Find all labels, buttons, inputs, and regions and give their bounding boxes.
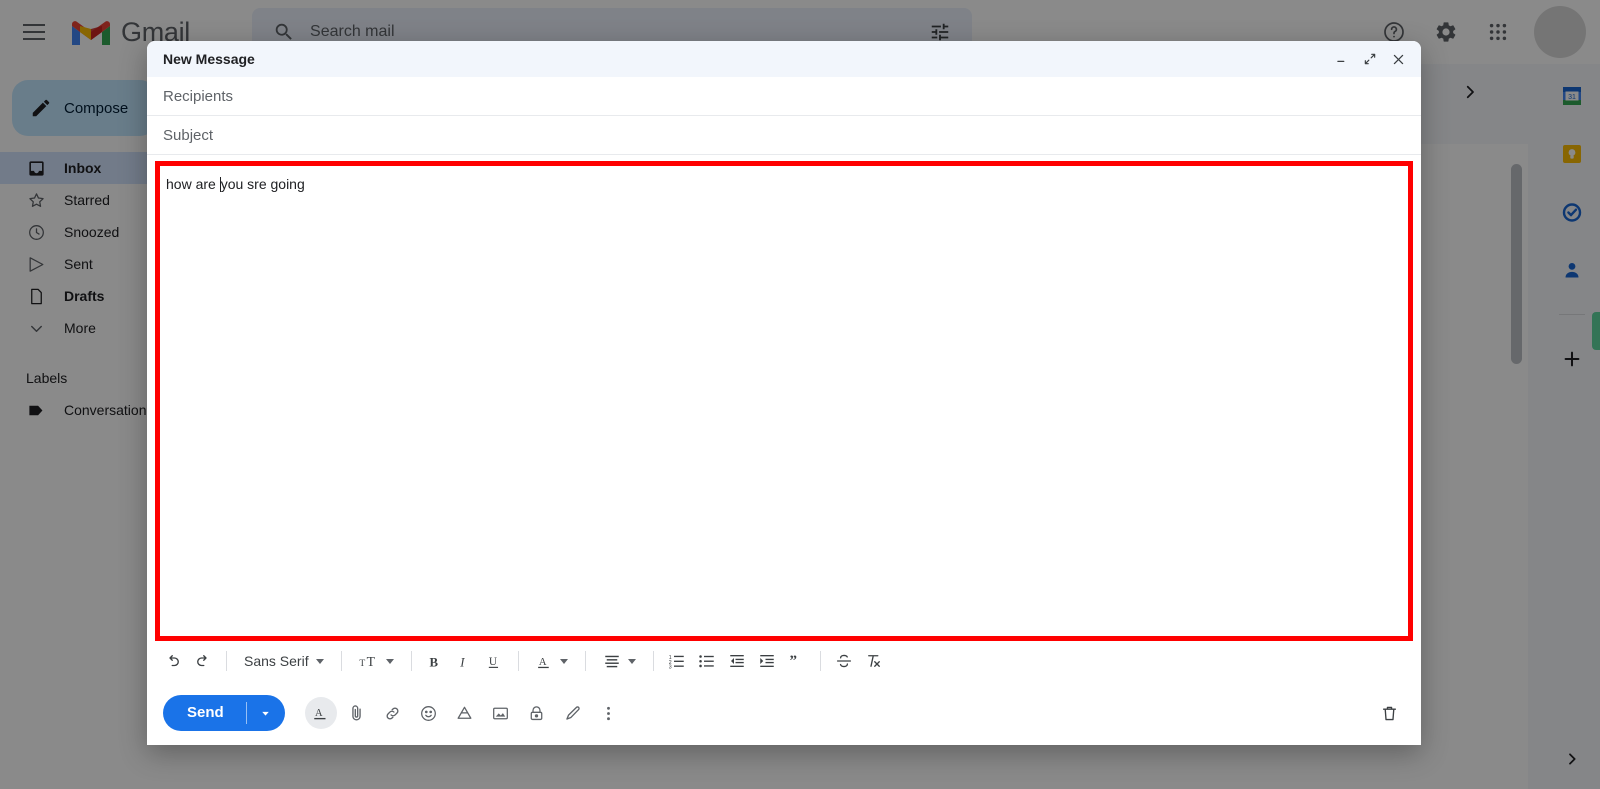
insert-photo-icon[interactable] bbox=[485, 697, 517, 729]
recipients-field-row[interactable] bbox=[147, 77, 1421, 116]
compose-header[interactable]: New Message bbox=[147, 41, 1421, 77]
more-options-icon[interactable] bbox=[593, 697, 625, 729]
chevron-down-icon bbox=[315, 658, 324, 664]
message-body-highlight: how are you sre going bbox=[155, 161, 1413, 641]
gmail-app: Gmail Search mail Compose Inbox Starred … bbox=[0, 0, 1600, 789]
insert-signature-icon[interactable] bbox=[557, 697, 589, 729]
close-icon[interactable] bbox=[1385, 46, 1411, 72]
formatting-toolbar: Sans Serif TT B I U A 1 2 3 ” bbox=[147, 641, 1421, 681]
popout-icon[interactable] bbox=[1357, 46, 1383, 72]
send-button-group[interactable]: Send bbox=[163, 695, 285, 731]
subject-input[interactable] bbox=[163, 126, 1405, 144]
numbered-list-icon[interactable]: 123 bbox=[663, 647, 691, 675]
chevron-down-icon bbox=[385, 658, 394, 664]
redo-icon[interactable] bbox=[189, 647, 217, 675]
formatting-options-icon[interactable]: A bbox=[304, 697, 337, 729]
subject-field-row[interactable] bbox=[147, 116, 1421, 155]
italic-icon[interactable]: I bbox=[451, 647, 479, 675]
svg-text:A: A bbox=[315, 708, 323, 719]
indent-more-icon[interactable] bbox=[753, 647, 781, 675]
svg-text:B: B bbox=[430, 655, 439, 669]
align-icon[interactable] bbox=[595, 647, 644, 675]
trash-icon[interactable] bbox=[1373, 697, 1405, 729]
insert-emoji-icon[interactable] bbox=[413, 697, 445, 729]
confidential-mode-icon[interactable] bbox=[521, 697, 553, 729]
minimize-icon[interactable] bbox=[1329, 46, 1355, 72]
toolbar-divider bbox=[410, 651, 412, 671]
message-body-editor[interactable]: how are you sre going bbox=[160, 166, 1408, 636]
body-text-after-caret: you sre going bbox=[220, 176, 305, 192]
attach-file-icon[interactable] bbox=[341, 697, 373, 729]
quote-icon[interactable]: ” bbox=[783, 647, 811, 675]
send-options-chevron-down-icon[interactable] bbox=[247, 695, 285, 731]
svg-text:T: T bbox=[359, 658, 365, 669]
chevron-down-icon bbox=[559, 658, 568, 664]
font-family-select[interactable]: Sans Serif bbox=[236, 647, 332, 675]
chevron-down-icon bbox=[627, 658, 636, 664]
text-color-icon[interactable]: A bbox=[528, 647, 576, 675]
compose-action-icons: A bbox=[304, 697, 625, 729]
strikethrough-icon[interactable] bbox=[830, 647, 858, 675]
svg-text:I: I bbox=[459, 655, 465, 669]
svg-text:A: A bbox=[538, 657, 546, 668]
toolbar-divider bbox=[517, 651, 519, 671]
remove-formatting-icon[interactable] bbox=[860, 647, 888, 675]
insert-link-icon[interactable] bbox=[377, 697, 409, 729]
font-family-label: Sans Serif bbox=[244, 653, 309, 669]
indent-less-icon[interactable] bbox=[723, 647, 751, 675]
send-button[interactable]: Send bbox=[163, 695, 246, 731]
svg-text:T: T bbox=[366, 654, 375, 669]
compose-window-controls bbox=[1329, 46, 1411, 72]
svg-text:”: ” bbox=[789, 653, 797, 669]
toolbar-divider bbox=[584, 651, 586, 671]
underline-icon[interactable]: U bbox=[481, 647, 509, 675]
undo-icon[interactable] bbox=[159, 647, 187, 675]
svg-text:U: U bbox=[489, 656, 497, 668]
compose-title: New Message bbox=[163, 51, 255, 67]
toolbar-divider bbox=[340, 651, 342, 671]
bold-icon[interactable]: B bbox=[421, 647, 449, 675]
toolbar-divider bbox=[652, 651, 654, 671]
compose-bottom-bar: Send A bbox=[147, 681, 1421, 745]
body-text-before-caret: how are bbox=[166, 176, 220, 192]
toolbar-divider bbox=[226, 651, 227, 671]
google-drive-icon[interactable] bbox=[449, 697, 481, 729]
bulleted-list-icon[interactable] bbox=[693, 647, 721, 675]
compose-window: New Message how are yo bbox=[147, 41, 1421, 745]
svg-text:3: 3 bbox=[668, 665, 671, 671]
recipients-input[interactable] bbox=[163, 87, 1405, 105]
toolbar-divider bbox=[819, 651, 821, 671]
font-size-select[interactable]: TT bbox=[351, 647, 402, 675]
